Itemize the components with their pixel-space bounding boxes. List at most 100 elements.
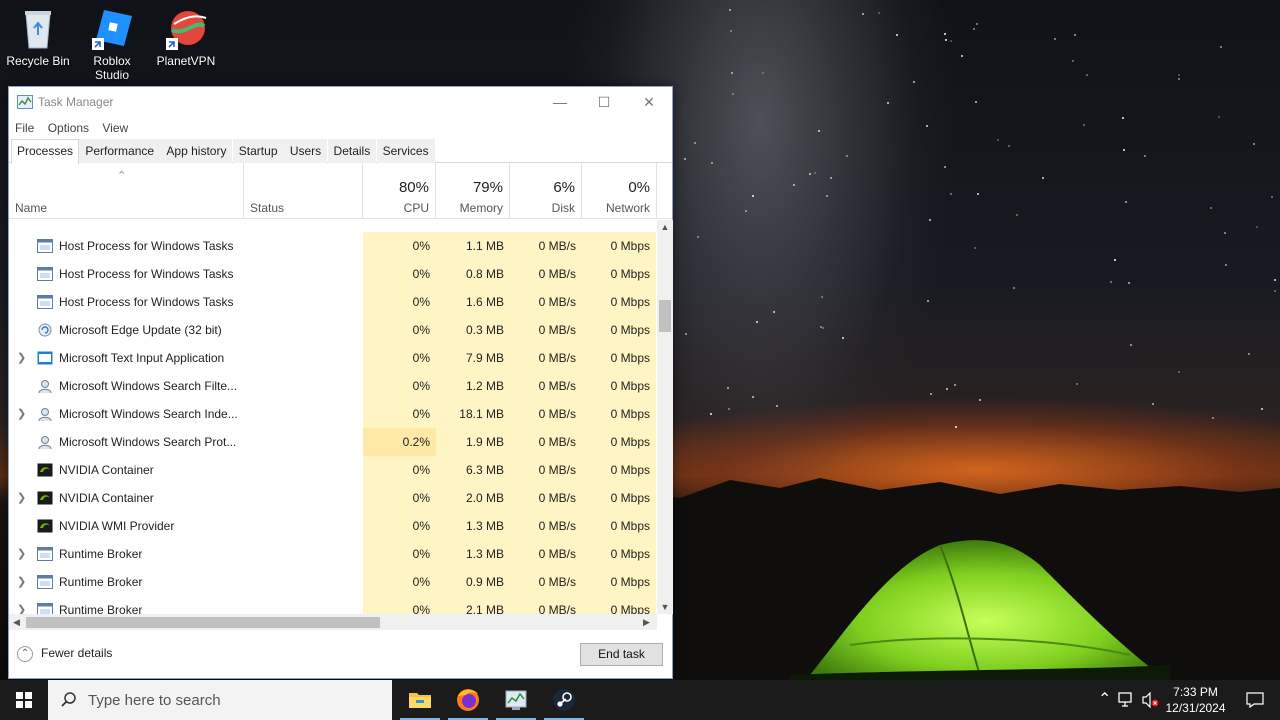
- desktop-icon-roblox-studio[interactable]: Roblox Studio: [76, 6, 148, 82]
- menu-file[interactable]: File: [15, 117, 34, 139]
- clock-date: 12/31/2024: [1165, 701, 1226, 715]
- taskbar-clock[interactable]: 7:33 PM 12/31/2024: [1158, 684, 1233, 716]
- scroll-right-icon[interactable]: ▶: [643, 614, 650, 630]
- desktop-icon-recycle-bin[interactable]: Recycle Bin: [2, 6, 74, 68]
- show-hidden-icons-button[interactable]: ⌃: [1094, 680, 1114, 720]
- expand-chevron-icon[interactable]: ❯: [17, 568, 26, 596]
- menu-view[interactable]: View: [102, 117, 128, 139]
- process-row[interactable]: ❯ Runtime Broker 0% 0.9 MB 0 MB/s 0 Mbps: [9, 568, 659, 596]
- firefox-icon: [457, 689, 479, 711]
- process-row[interactable]: Microsoft Windows Search Filte... 0% 1.2 M…: [9, 372, 659, 400]
- process-name: Host Process for Windows Tasks: [59, 295, 234, 309]
- process-row[interactable]: ❯ Microsoft Windows Search Inde... 0% 18.1 …: [9, 400, 659, 428]
- disk-cell: 0 MB/s: [510, 316, 582, 344]
- tab-services[interactable]: Services: [376, 139, 435, 163]
- process-name: Runtime Broker: [59, 547, 143, 561]
- process-list: Host Process for Windows Tasks 0% 1.1 MB 0 …: [9, 232, 659, 614]
- task-manager-icon: [17, 95, 33, 109]
- tab-app-history[interactable]: App history: [160, 139, 233, 163]
- star: [1124, 200, 1127, 203]
- search-user-icon: [37, 379, 53, 394]
- close-button[interactable]: ✕: [626, 87, 672, 117]
- minimize-button[interactable]: —: [537, 87, 583, 117]
- star: [1247, 353, 1250, 356]
- process-row[interactable]: NVIDIA WMI Provider 0% 1.3 MB 0 MB/s 0 Mbps: [9, 512, 659, 540]
- taskbar-steam[interactable]: [540, 680, 588, 720]
- vertical-scrollbar[interactable]: ▲ ▼: [657, 220, 673, 614]
- tab-users[interactable]: Users: [283, 139, 328, 163]
- column-header-memory[interactable]: 79% Memory: [436, 163, 510, 219]
- process-row[interactable]: ❯ Runtime Broker 0% 2.1 MB 0 MB/s 0 Mbps: [9, 596, 659, 614]
- vertical-scroll-thumb[interactable]: [659, 300, 671, 332]
- column-header-name[interactable]: ⌃ Name: [9, 163, 244, 219]
- menu-options[interactable]: Options: [48, 117, 89, 139]
- column-header-disk[interactable]: 6% Disk: [510, 163, 582, 219]
- taskbar-search-box[interactable]: Type here to search: [48, 680, 392, 720]
- window-process-icon: [37, 603, 53, 614]
- expand-chevron-icon[interactable]: ❯: [17, 596, 26, 614]
- process-row[interactable]: Host Process for Windows Tasks 0% 1.1 MB 0 …: [9, 232, 659, 260]
- star: [895, 33, 898, 36]
- network-tray-button[interactable]: [1116, 680, 1138, 720]
- process-row[interactable]: Host Process for Windows Tasks 0% 0.8 MB 0 …: [9, 260, 659, 288]
- taskbar-file-explorer[interactable]: [396, 680, 444, 720]
- cpu-cell: 0%: [363, 540, 436, 568]
- column-header-status[interactable]: Status: [244, 163, 363, 219]
- star: [775, 404, 778, 407]
- star: [772, 311, 775, 314]
- start-button[interactable]: [0, 680, 48, 720]
- scroll-up-icon[interactable]: ▲: [657, 222, 673, 232]
- taskbar-task-manager[interactable]: [492, 680, 540, 720]
- process-row[interactable]: ❯ Microsoft Text Input Application 0% 7.9 M…: [9, 344, 659, 372]
- expand-chevron-icon[interactable]: ❯: [17, 400, 26, 428]
- footer-bar: ⌃ Fewer details End task: [9, 630, 672, 679]
- expand-chevron-icon[interactable]: ❯: [17, 344, 26, 372]
- process-row[interactable]: Host Process for Windows Tasks 0% 1.6 MB 0 …: [9, 288, 659, 316]
- cpu-cell: 0%: [363, 568, 436, 596]
- process-name: NVIDIA WMI Provider: [59, 519, 175, 533]
- process-row[interactable]: Microsoft Windows Search Prot... 0.2% 1.9 …: [9, 428, 659, 456]
- horizontal-scroll-thumb[interactable]: [26, 617, 380, 628]
- fewer-details-link[interactable]: ⌃ Fewer details: [17, 646, 112, 662]
- process-name: Host Process for Windows Tasks: [59, 239, 234, 253]
- tab-processes[interactable]: Processes: [11, 139, 80, 164]
- network-cell: 0 Mbps: [582, 512, 656, 540]
- end-task-button[interactable]: End task: [580, 643, 663, 666]
- roblox-studio-icon: [90, 6, 134, 52]
- process-row[interactable]: Microsoft Edge Update (32 bit) 0% 0.3 MB 0 …: [9, 316, 659, 344]
- chevron-up-circle-icon: ⌃: [17, 646, 33, 662]
- scroll-left-icon[interactable]: ◀: [13, 614, 20, 630]
- cpu-cell: 0%: [363, 344, 436, 372]
- process-row[interactable]: ❯ Runtime Broker 0% 1.3 MB 0 MB/s 0 Mbps: [9, 540, 659, 568]
- steam-icon: [553, 689, 575, 711]
- tab-startup[interactable]: Startup: [232, 139, 284, 163]
- scroll-down-icon[interactable]: ▼: [657, 602, 673, 612]
- tab-details[interactable]: Details: [327, 139, 377, 163]
- network-cell: 0 Mbps: [582, 316, 656, 344]
- tab-performance[interactable]: Performance: [79, 139, 161, 163]
- horizontal-scrollbar[interactable]: ◀ ▶: [9, 614, 657, 630]
- taskbar-firefox[interactable]: [444, 680, 492, 720]
- desktop-icon-planetvpn[interactable]: PlanetVPN: [150, 6, 222, 68]
- expand-chevron-icon[interactable]: ❯: [17, 540, 26, 568]
- column-header-network[interactable]: 0% Network: [582, 163, 657, 219]
- process-row[interactable]: NVIDIA Container 0% 6.3 MB 0 MB/s 0 Mbps: [9, 456, 659, 484]
- maximize-button[interactable]: ☐: [581, 87, 627, 117]
- disk-cell: 0 MB/s: [510, 372, 582, 400]
- column-header-cpu[interactable]: 80% CPU: [363, 163, 436, 219]
- process-name: Microsoft Windows Search Inde...: [59, 407, 238, 421]
- title-bar[interactable]: Task Manager — ☐ ✕: [9, 87, 672, 117]
- cpu-cell: 0%: [363, 596, 436, 614]
- desktop-icon-label: PlanetVPN: [156, 54, 216, 68]
- desktop-icon-label: Recycle Bin: [6, 54, 70, 68]
- planetvpn-icon: [164, 6, 208, 52]
- expand-chevron-icon[interactable]: ❯: [17, 484, 26, 512]
- process-row[interactable]: ❯ NVIDIA Container 0% 2.0 MB 0 MB/s 0 Mbps: [9, 484, 659, 512]
- windows-logo-icon: [16, 692, 32, 708]
- star: [1143, 154, 1146, 157]
- star: [727, 407, 730, 410]
- search-user-icon: [37, 435, 53, 450]
- action-center-button[interactable]: [1234, 680, 1274, 720]
- disk-cell: 0 MB/s: [510, 568, 582, 596]
- network-cell: 0 Mbps: [582, 232, 656, 260]
